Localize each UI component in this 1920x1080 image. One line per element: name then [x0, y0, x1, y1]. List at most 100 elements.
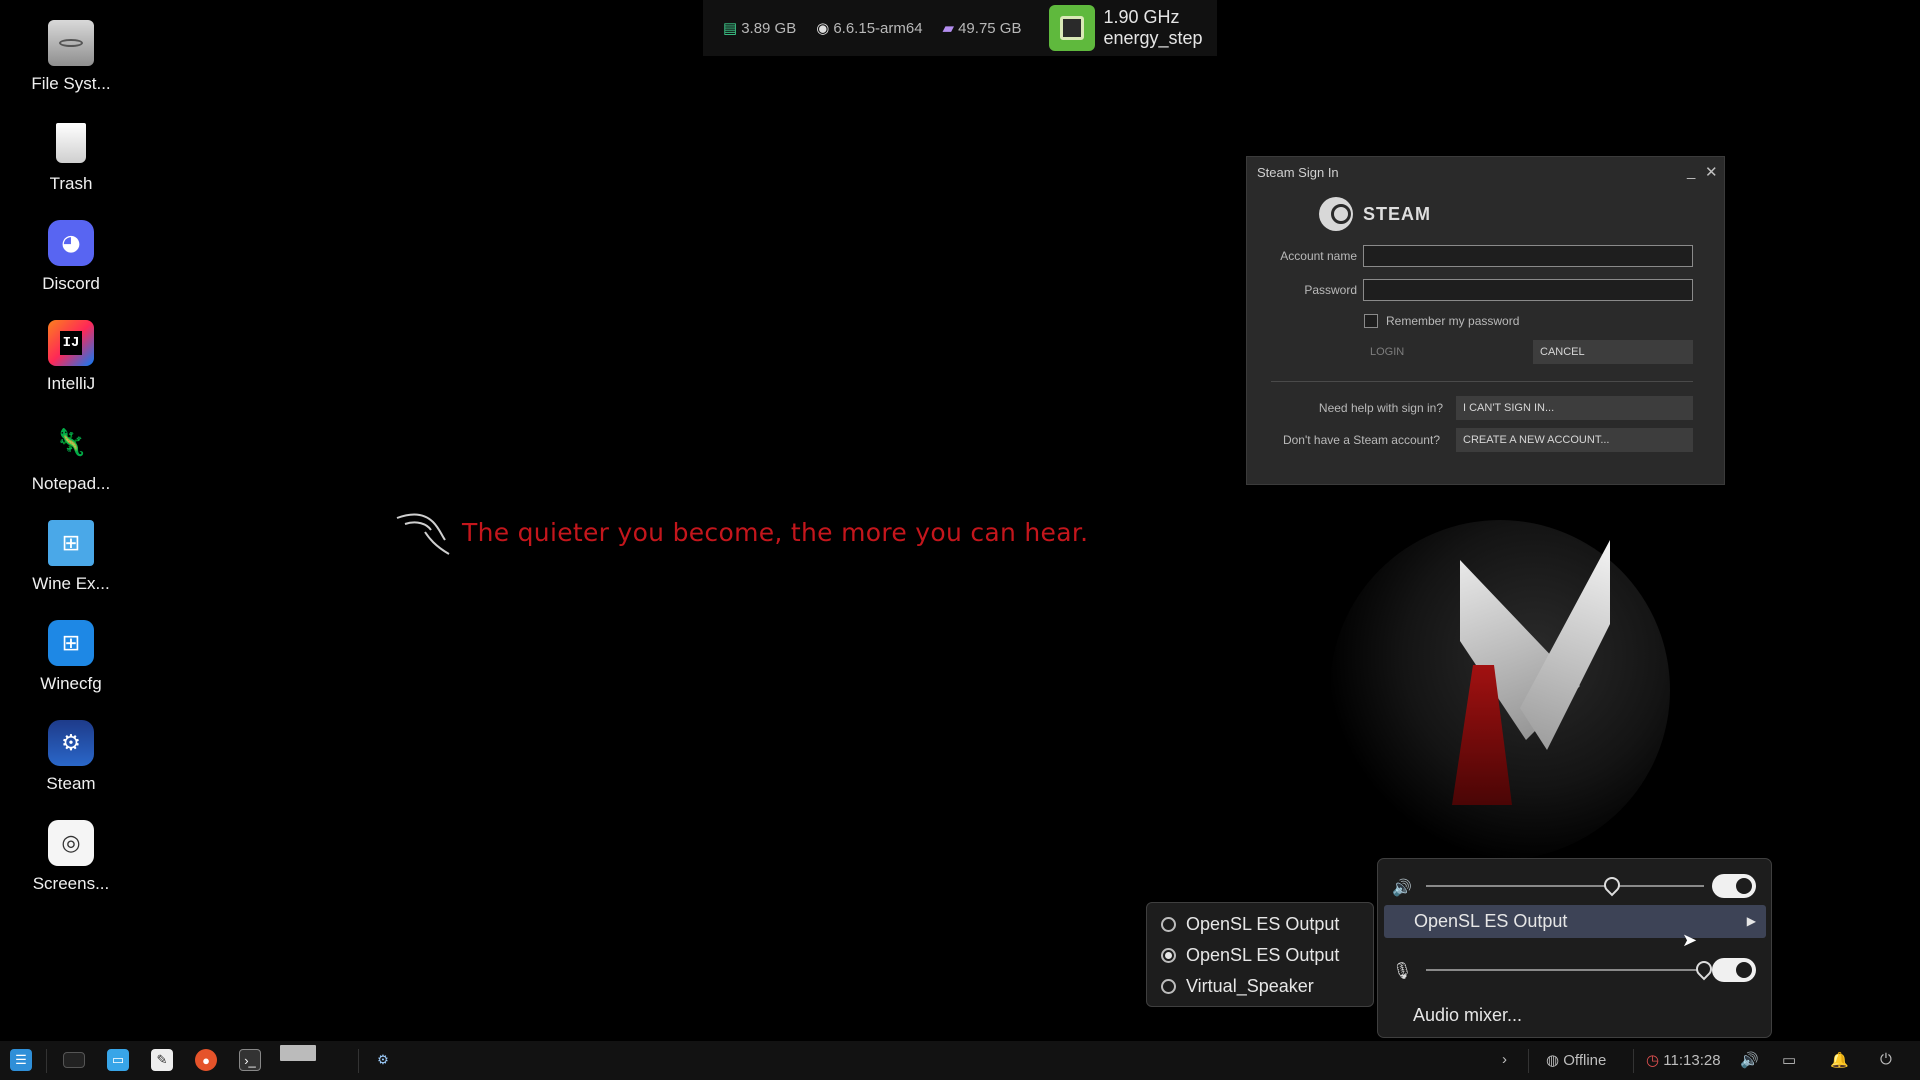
audio-device-option[interactable]: OpenSL ES Output [1147, 909, 1373, 940]
kali-slogan: The quieter you become, the more you can… [462, 518, 1089, 547]
minimize-icon[interactable]: _ [1687, 163, 1695, 180]
remember-password-label: Remember my password [1386, 314, 1520, 328]
globe-icon: ◍ [1546, 1052, 1560, 1069]
cant-sign-in-button[interactable]: I CAN'T SIGN IN... [1456, 396, 1693, 420]
steam-taskbar-icon[interactable]: ⚙ [372, 1049, 394, 1071]
audio-popup: 🔊 OpenSL ES Output ▶ 🎙 Audio mixer... [1377, 858, 1772, 1038]
desktop-icon-label: File Syst... [31, 74, 111, 93]
create-account-button[interactable]: CREATE A NEW ACCOUNT... [1456, 428, 1693, 452]
cpu-frequency: 1.90 GHz [1103, 7, 1180, 27]
microphone-icon: 🎙 [1392, 963, 1413, 980]
output-device-selector[interactable]: OpenSL ES Output ▶ [1384, 905, 1766, 938]
audio-mixer-link[interactable]: Audio mixer... [1413, 1005, 1522, 1026]
show-desktop-icon[interactable] [63, 1052, 85, 1068]
taskbar-separator [358, 1049, 359, 1073]
cpu-chip-icon [1049, 5, 1096, 51]
desktop-icon-label: Wine Ex... [32, 574, 110, 593]
desktop-icon-wine-explorer[interactable]: ⊞ Wine Ex... [14, 520, 128, 594]
help-question: Need help with sign in? [1318, 401, 1443, 415]
desktop-icon-label: Discord [42, 274, 100, 293]
audio-device-label: Virtual_Speaker [1186, 976, 1314, 996]
audio-device-label: OpenSL ES Output [1186, 914, 1340, 934]
desktop-icon-label: Notepad... [31, 474, 111, 493]
text-editor-icon[interactable]: ✎ [151, 1049, 173, 1071]
taskbar: ☰ ▭ ✎ ● ›_ ⚙ › ◍ Offline ◷ 11:13:28 🔊 ▭ … [0, 1041, 1920, 1080]
steam-logo-icon [1319, 197, 1353, 231]
desktop-icon-discord[interactable]: ◕ Discord [14, 220, 128, 294]
account-name-input[interactable] [1363, 245, 1693, 267]
cpu-info: 1.90 GHz energy_step [1049, 5, 1203, 51]
disk-usage: ▰ 49.75 GB [942, 19, 1022, 38]
dialog-titlebar[interactable]: Steam Sign In [1247, 157, 1724, 187]
desktop-icon-steam[interactable]: ⚙ Steam [14, 720, 128, 794]
password-input[interactable] [1363, 279, 1693, 301]
close-icon[interactable]: ✕ [1705, 163, 1718, 181]
audio-device-option[interactable]: Virtual_Speaker [1147, 971, 1373, 1002]
network-status-label: Offline [1563, 1052, 1607, 1069]
chevron-right-icon: ▶ [1746, 914, 1756, 928]
remember-password-checkbox[interactable] [1364, 314, 1378, 328]
taskbar-separator [1528, 1049, 1529, 1073]
disk-value: 49.75 GB [958, 19, 1022, 37]
hard-drive-icon [48, 20, 94, 66]
clock[interactable]: ◷ 11:13:28 [1646, 1051, 1721, 1069]
desktop-icon-winecfg[interactable]: ⊞ Winecfg [14, 620, 128, 694]
kernel-icon: ◉ [816, 20, 830, 37]
power-icon[interactable]: ⏻ [1880, 1051, 1892, 1068]
selected-output-label: OpenSL ES Output [1414, 911, 1568, 931]
steam-brand: STEAM [1319, 197, 1431, 231]
ram-usage: ▤ 3.89 GB [723, 19, 796, 38]
memory-icon: ▤ [723, 20, 738, 37]
notepadqq-icon: 🦎 [54, 428, 88, 458]
password-label: Password [1304, 283, 1357, 297]
desktop-icon-screenshot[interactable]: ◎ Screens... [14, 820, 128, 894]
account-name-label: Account name [1280, 249, 1357, 263]
steam-icon: ⚙ [48, 720, 94, 766]
trash-icon [48, 120, 94, 166]
volume-icon[interactable]: 🔊 [1740, 1051, 1759, 1069]
login-button[interactable]: LOGIN [1363, 340, 1521, 364]
clock-icon: ◷ [1646, 1052, 1660, 1069]
dialog-title: Steam Sign In [1257, 164, 1339, 180]
kernel-version: ◉ 6.6.15-arm64 [816, 19, 923, 38]
screenshot-icon: ◎ [48, 820, 94, 866]
input-toggle[interactable] [1712, 958, 1756, 982]
radio-icon [1161, 917, 1176, 932]
network-status[interactable]: ◍ Offline [1546, 1051, 1606, 1069]
radio-selected-icon [1161, 948, 1176, 963]
output-volume-handle[interactable] [1600, 873, 1624, 897]
audio-device-option[interactable]: OpenSL ES Output [1147, 940, 1373, 971]
firefox-icon[interactable]: ● [195, 1049, 217, 1071]
dialog-divider [1271, 381, 1693, 382]
desktop-icon-file-system[interactable]: File Syst... [14, 20, 128, 94]
desktop-icon-label: Trash [49, 174, 93, 193]
desktop-icon-notepad[interactable]: 🦎 Notepad... [14, 420, 128, 494]
notification-bell-icon[interactable]: 🔔 [1830, 1051, 1849, 1069]
input-volume-slider[interactable] [1426, 969, 1704, 971]
intellij-icon: IJ [48, 320, 94, 366]
cancel-button[interactable]: CANCEL [1533, 340, 1693, 364]
cpu-governor: energy_step [1103, 28, 1203, 48]
mouse-cursor-icon: ➤ [1682, 930, 1698, 951]
kernel-value: 6.6.15-arm64 [833, 19, 923, 37]
clock-label: 11:13:28 [1663, 1052, 1721, 1069]
radio-icon [1161, 979, 1176, 994]
terminal-icon[interactable]: ›_ [239, 1049, 261, 1071]
output-toggle[interactable] [1712, 874, 1756, 898]
output-volume-slider[interactable] [1426, 885, 1704, 887]
audio-device-list: OpenSL ES Output OpenSL ES Output Virtua… [1146, 902, 1374, 1007]
desktop-icon-intellij[interactable]: IJ IntelliJ [14, 320, 128, 394]
workspace-switcher[interactable] [280, 1045, 316, 1061]
system-monitor-bar: ▤ 3.89 GB ◉ 6.6.15-arm64 ▰ 49.75 GB 1.90 GH… [703, 0, 1217, 56]
kali-dragon-icon [396, 513, 450, 555]
winecfg-icon: ⊞ [48, 620, 94, 666]
taskbar-separator [46, 1049, 47, 1073]
audio-device-label: OpenSL ES Output [1186, 945, 1340, 965]
folder-icon: ▰ [942, 20, 955, 37]
wine-explorer-icon: ⊞ [48, 520, 94, 566]
tray-expand-icon[interactable]: › [1502, 1051, 1507, 1068]
kali-menu-icon[interactable]: ☰ [10, 1049, 32, 1071]
battery-icon[interactable]: ▭ [1782, 1051, 1796, 1069]
desktop-icon-trash[interactable]: Trash [14, 120, 128, 194]
file-manager-icon[interactable]: ▭ [107, 1049, 129, 1071]
